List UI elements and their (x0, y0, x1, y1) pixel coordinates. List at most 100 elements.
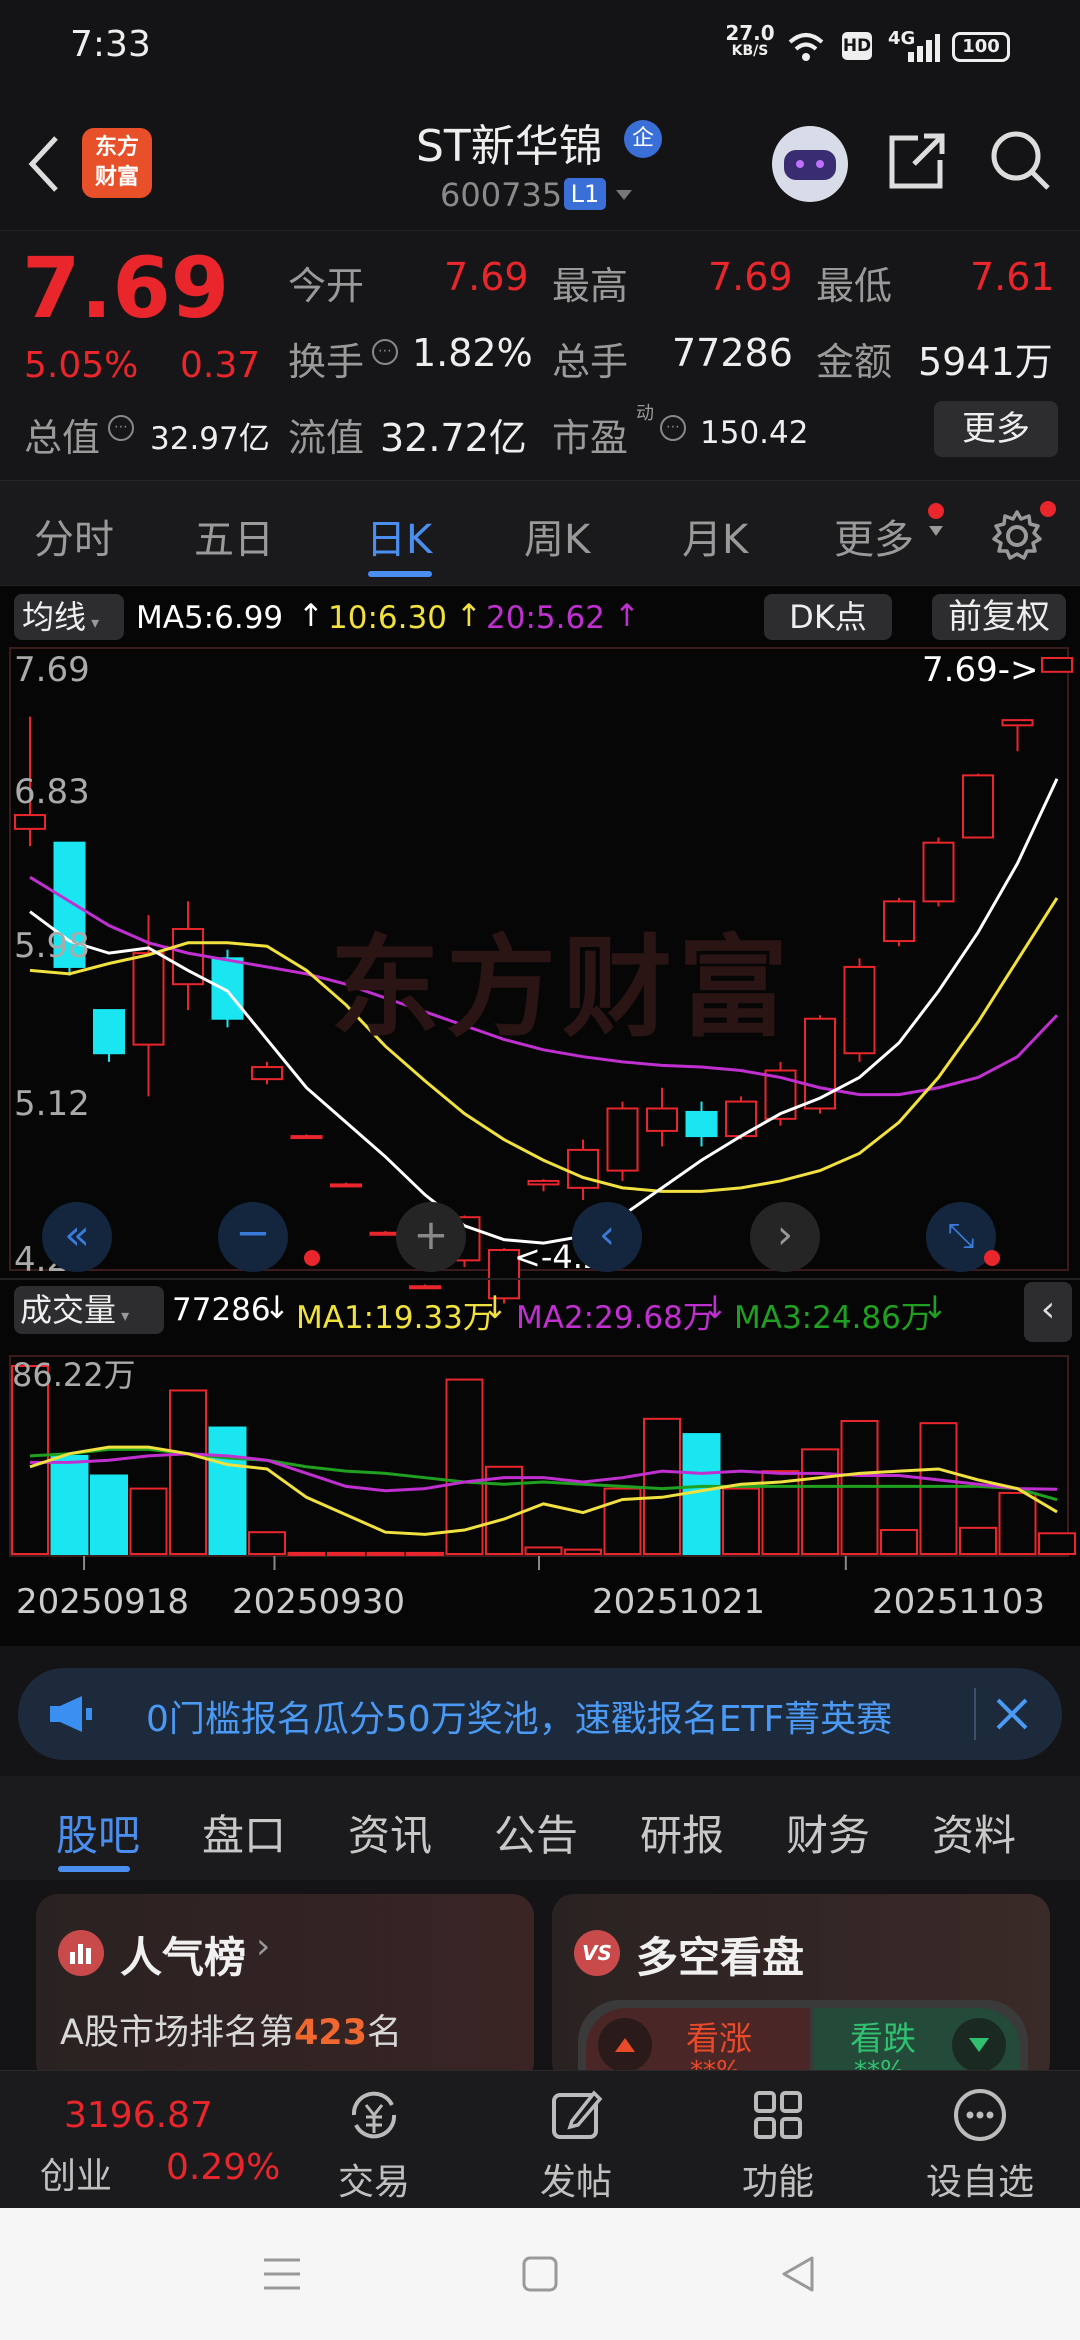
price-axis-label: 5.12 (14, 1084, 90, 1124)
notification-dot (928, 503, 944, 519)
volume-bar (406, 1551, 444, 1556)
collapse-panel-button[interactable]: ‹ (1024, 1282, 1072, 1342)
trade-icon (351, 2091, 397, 2139)
bull-button[interactable] (598, 2018, 652, 2072)
bear-button[interactable] (952, 2018, 1006, 2072)
nav-functions[interactable]: 功能 (678, 2071, 878, 2209)
candle-body (14, 814, 46, 830)
volume-selector[interactable]: 成交量 ▾ (14, 1286, 164, 1334)
promo-banner[interactable]: 0门槛报名瓜分50万奖池，速戳报名ETF菁英赛 (18, 1668, 1062, 1760)
tab-weekly-k[interactable]: 周K (524, 507, 590, 565)
candle-body (132, 952, 165, 1046)
info-icon[interactable]: ⋯ (372, 339, 398, 365)
candle-body (330, 1183, 362, 1188)
volume-bar (248, 1531, 286, 1555)
high-label: 最高 (552, 264, 629, 308)
volume-bar (327, 1551, 365, 1556)
tab-research[interactable]: 研报 (640, 1802, 724, 1863)
open-value: 7.69 (444, 255, 529, 299)
float-label: 流值 (288, 416, 365, 460)
volume-bar (801, 1448, 839, 1556)
tab-five-day[interactable]: 五日 (194, 507, 274, 565)
bear-label: 看跌 (850, 2019, 916, 2058)
nav-post[interactable]: 发帖 (476, 2071, 676, 2209)
candle-body (1041, 657, 1073, 673)
pe-label: 市盈 (552, 416, 629, 460)
menu-icon[interactable] (262, 2254, 302, 2294)
up-arrow-icon: ↑ (298, 598, 324, 634)
candle-body (567, 1148, 599, 1189)
zoom-out-button[interactable]: − (218, 1202, 288, 1272)
candle-body (646, 1107, 678, 1132)
tab-financials[interactable]: 财务 (786, 1802, 870, 1863)
more-button[interactable]: 更多 (934, 401, 1058, 457)
tab-orderbook[interactable]: 盘口 (202, 1802, 286, 1863)
tab-news[interactable]: 资讯 (348, 1802, 432, 1863)
card-title: 人气榜 (120, 1933, 247, 1982)
tab-announcements[interactable]: 公告 (494, 1802, 578, 1863)
scroll-right-button[interactable]: › (750, 1202, 820, 1272)
up-arrow-icon: ↑ (456, 598, 482, 634)
app-header: 东方 财富 ST新华锦 企 600735 L1 (0, 96, 1080, 230)
home-icon[interactable] (520, 2254, 560, 2294)
scroll-left-button[interactable]: ‹ (572, 1202, 642, 1272)
down-arrow-icon: ↓ (702, 1290, 728, 1326)
down-arrow-icon: ↓ (482, 1290, 508, 1326)
megaphone-icon (50, 1696, 92, 1732)
mcap-value: 32.97亿 (150, 421, 270, 457)
date-label: 20251103 (872, 1582, 1046, 1622)
tab-underline (368, 571, 432, 577)
info-icon[interactable]: ⋯ (660, 415, 686, 441)
date-label: 20250918 (16, 1582, 190, 1622)
volume-bar (524, 1546, 563, 1556)
tab-monthly-k[interactable]: 月K (682, 507, 748, 565)
tab-intraday[interactable]: 分时 (34, 507, 114, 565)
tab-more[interactable]: 更多 (834, 507, 914, 565)
gear-icon[interactable] (990, 509, 1044, 563)
candle-body (922, 841, 955, 903)
volume-bar (287, 1551, 326, 1556)
volume-axis-label: 86.22万 (12, 1356, 136, 1394)
bottom-nav: 3196.87 创业 0.29% 交易 发帖 功能 设自选 (0, 2070, 1080, 2208)
edit-icon (552, 2090, 603, 2139)
logo[interactable]: 东方 财富 (82, 128, 152, 198)
dk-point-button[interactable]: DK点 (764, 594, 892, 640)
nav-add-watchlist[interactable]: 设自选 (880, 2071, 1080, 2209)
share-icon[interactable] (884, 128, 950, 194)
search-icon[interactable] (988, 128, 1054, 194)
chevron-down-icon[interactable] (614, 188, 634, 202)
info-icon[interactable]: ⋯ (108, 415, 134, 441)
tab-profile[interactable]: 资料 (932, 1802, 1016, 1863)
level-badge[interactable]: L1 (564, 178, 606, 210)
high-value: 7.69 (708, 255, 793, 299)
adjust-button[interactable]: 前复权 (932, 594, 1066, 640)
popularity-card[interactable]: 人气榜 › A股市场排名第423名 较昨日 ▲6 名 (36, 1894, 534, 2084)
cards-row: 人气榜 › A股市场排名第423名 较昨日 ▲6 名 VS 多空看盘 看涨 **… (0, 1880, 1080, 2084)
nav-trade[interactable]: 交易 (274, 2071, 474, 2209)
candle-body (685, 1110, 718, 1138)
candle-body (883, 900, 915, 943)
tab-daily-k[interactable]: 日K (366, 507, 432, 565)
ma-selector[interactable]: 均线 ▾ (14, 594, 124, 640)
tab-forum[interactable]: 股吧 (56, 1802, 140, 1863)
volume-bar (129, 1487, 168, 1555)
bull-bear-card[interactable]: VS 多空看盘 看涨 **% 看跌 **% (552, 1894, 1050, 2084)
kline-chart-area: 均线 ▾ MA5:6.99 ↑ 10:6.30 ↑ 20:5.62 ↑ DK点 … (0, 586, 1080, 1646)
kline-chart[interactable] (0, 646, 1080, 1646)
down-arrow-icon: ↓ (264, 1290, 290, 1326)
back-icon[interactable] (778, 2254, 818, 2294)
assistant-avatar[interactable] (772, 126, 848, 202)
card-title: 多空看盘 (636, 1933, 805, 1982)
index-ticker[interactable]: 3196.87 创业 0.29% (20, 2071, 280, 2209)
chart-bar-icon (58, 1930, 104, 1976)
close-icon[interactable] (990, 1692, 1034, 1736)
pe-value: 150.42 (700, 415, 809, 451)
scroll-left-fast-button[interactable]: « (42, 1202, 112, 1272)
notification-dot (304, 1250, 320, 1266)
back-icon[interactable] (24, 134, 64, 194)
volume-label: 总手 (552, 340, 629, 384)
volume-bar (50, 1454, 89, 1555)
volume-bar (169, 1389, 207, 1555)
zoom-in-button[interactable]: + (396, 1202, 466, 1272)
section-tabs: 股吧 盘口 资讯 公告 研报 财务 资料 (0, 1776, 1080, 1880)
